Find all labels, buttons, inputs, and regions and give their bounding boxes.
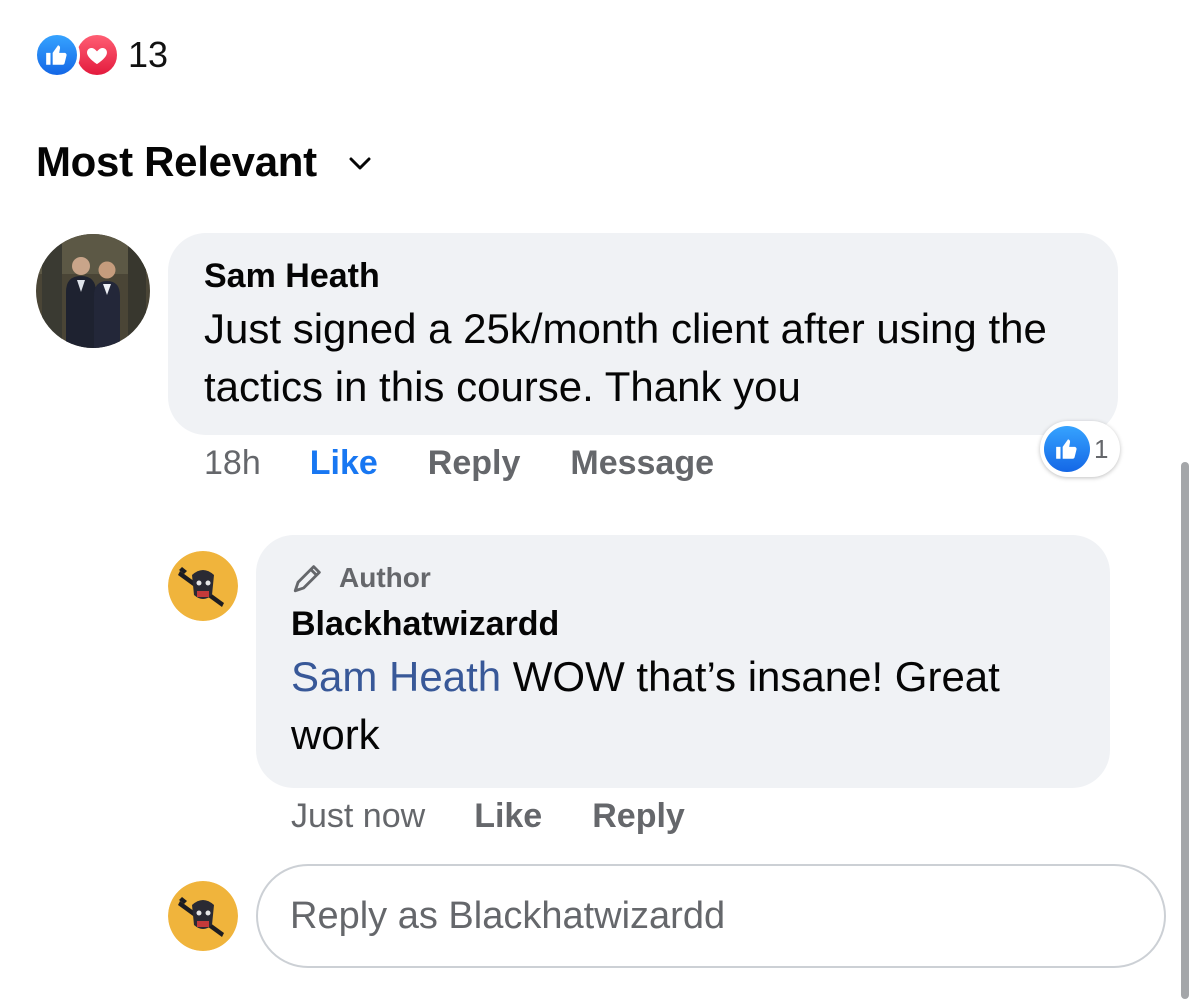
reply-author[interactable]: Blackhatwizardd [291,605,1074,644]
comment-text: Just signed a 25k/month client after usi… [204,305,1047,410]
scrollbar[interactable] [1181,462,1189,999]
comment-timestamp[interactable]: 18h [204,444,261,483]
comment-reaction-count: 1 [1094,433,1109,464]
comment-actions: 18h Like Reply Message [204,444,714,483]
like-reaction-icon [34,32,80,78]
comment-author[interactable]: Sam Heath [204,257,1082,296]
reply-actions: Just now Like Reply [291,797,685,836]
author-badge-label: Author [339,562,431,593]
author-badge: Author [291,561,1074,595]
like-button[interactable]: Like [474,797,542,836]
reply-input-placeholder: Reply as Blackhatwizardd [290,894,726,937]
avatar[interactable] [168,881,238,951]
comment-reaction-badge[interactable]: 1 [1040,421,1121,477]
reaction-summary[interactable]: 13 [34,30,168,80]
like-button[interactable]: Like [310,444,378,483]
message-button[interactable]: Message [570,444,714,483]
reply-timestamp[interactable]: Just now [291,797,425,836]
mention-link[interactable]: Sam Heath [291,653,501,700]
reply-button[interactable]: Reply [592,797,685,836]
reply-text: Sam Heath WOW that’s insane! Great work [291,648,1074,764]
chevron-down-icon [349,157,371,171]
reply-bubble: Author Blackhatwizardd Sam Heath WOW tha… [256,535,1110,788]
thumbs-up-icon [1044,426,1090,472]
sort-label: Most Relevant [36,138,317,185]
reply-input[interactable]: Reply as Blackhatwizardd [256,864,1166,968]
reply-button[interactable]: Reply [428,444,521,483]
reaction-count: 13 [128,34,169,75]
love-reaction-icon [74,32,120,78]
avatar[interactable] [36,234,150,348]
sort-dropdown[interactable]: Most Relevant [36,138,371,186]
avatar[interactable] [168,551,238,621]
comment-bubble: Sam Heath Just signed a 25k/month client… [168,233,1118,435]
pen-icon [291,561,325,595]
